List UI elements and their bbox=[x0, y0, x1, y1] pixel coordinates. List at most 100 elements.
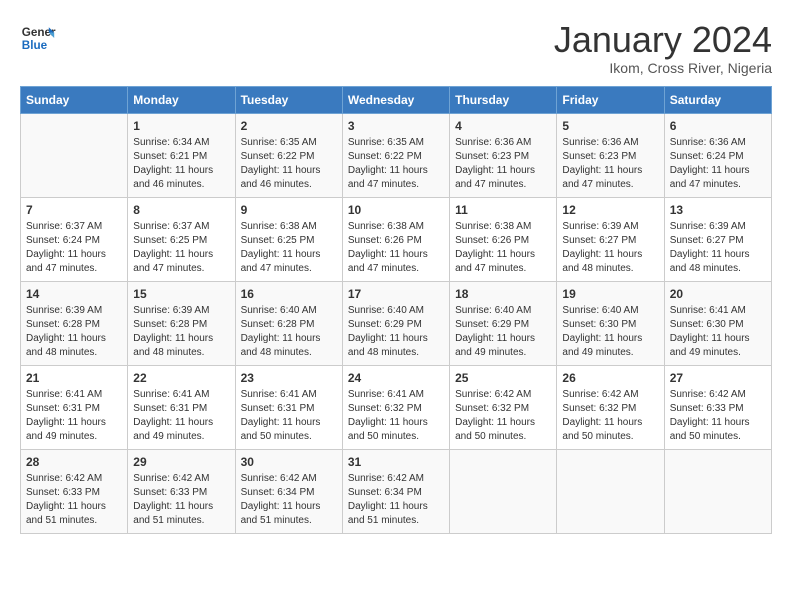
day-number: 2 bbox=[241, 119, 337, 133]
day-info: Sunrise: 6:42 AM Sunset: 6:33 PM Dayligh… bbox=[670, 388, 766, 444]
title-block: January 2024 Ikom, Cross River, Nigeria bbox=[554, 20, 772, 76]
day-number: 17 bbox=[348, 287, 444, 301]
day-info: Sunrise: 6:38 AM Sunset: 6:25 PM Dayligh… bbox=[241, 220, 337, 276]
day-number: 4 bbox=[455, 119, 551, 133]
day-info: Sunrise: 6:42 AM Sunset: 6:32 PM Dayligh… bbox=[455, 388, 551, 444]
calendar-week-row: 1Sunrise: 6:34 AM Sunset: 6:21 PM Daylig… bbox=[21, 113, 772, 197]
calendar-day-cell: 24 Sunrise: 6:41 AM Sunset: 6:32 PM Dayli… bbox=[342, 365, 449, 449]
day-info: Sunrise: 6:41 AM Sunset: 6:32 PM Dayligh… bbox=[348, 388, 444, 444]
day-info: Sunrise: 6:34 AM Sunset: 6:21 PM Dayligh… bbox=[133, 136, 229, 192]
day-info: Sunrise: 6:42 AM Sunset: 6:33 PM Dayligh… bbox=[26, 472, 122, 528]
day-number: 5 bbox=[562, 119, 658, 133]
day-of-week-header: Wednesday bbox=[342, 86, 449, 113]
day-number: 10 bbox=[348, 203, 444, 217]
day-number: 14 bbox=[26, 287, 122, 301]
calendar-day-cell: 13 Sunrise: 6:39 AM Sunset: 6:27 PM Dayli… bbox=[664, 197, 771, 281]
calendar-day-cell: 18Sunrise: 6:40 AM Sunset: 6:29 PM Dayli… bbox=[450, 281, 557, 365]
calendar-header-row: SundayMondayTuesdayWednesdayThursdayFrid… bbox=[21, 86, 772, 113]
calendar-day-cell: 7 Sunrise: 6:37 AM Sunset: 6:24 PM Daylig… bbox=[21, 197, 128, 281]
day-info: Sunrise: 6:41 AM Sunset: 6:31 PM Dayligh… bbox=[241, 388, 337, 444]
day-info: Sunrise: 6:38 AM Sunset: 6:26 PM Dayligh… bbox=[348, 220, 444, 276]
calendar-day-cell: 11 Sunrise: 6:38 AM Sunset: 6:26 PM Dayli… bbox=[450, 197, 557, 281]
day-number: 28 bbox=[26, 455, 122, 469]
day-number: 19 bbox=[562, 287, 658, 301]
location-subtitle: Ikom, Cross River, Nigeria bbox=[554, 60, 772, 76]
day-number: 31 bbox=[348, 455, 444, 469]
day-info: Sunrise: 6:39 AM Sunset: 6:27 PM Dayligh… bbox=[670, 220, 766, 276]
day-number: 25 bbox=[455, 371, 551, 385]
day-number: 23 bbox=[241, 371, 337, 385]
calendar-day-cell: 12 Sunrise: 6:39 AM Sunset: 6:27 PM Dayli… bbox=[557, 197, 664, 281]
day-info: Sunrise: 6:41 AM Sunset: 6:31 PM Dayligh… bbox=[133, 388, 229, 444]
calendar-day-cell: 17Sunrise: 6:40 AM Sunset: 6:29 PM Dayli… bbox=[342, 281, 449, 365]
calendar-day-cell: 27 Sunrise: 6:42 AM Sunset: 6:33 PM Dayli… bbox=[664, 365, 771, 449]
day-info: Sunrise: 6:39 AM Sunset: 6:28 PM Dayligh… bbox=[26, 304, 122, 360]
calendar-day-cell: 26 Sunrise: 6:42 AM Sunset: 6:32 PM Dayli… bbox=[557, 365, 664, 449]
svg-text:Blue: Blue bbox=[22, 39, 48, 52]
logo-icon: General Blue bbox=[20, 20, 56, 56]
day-number: 3 bbox=[348, 119, 444, 133]
day-number: 18 bbox=[455, 287, 551, 301]
day-info: Sunrise: 6:40 AM Sunset: 6:30 PM Dayligh… bbox=[562, 304, 658, 360]
day-of-week-header: Tuesday bbox=[235, 86, 342, 113]
day-number: 8 bbox=[133, 203, 229, 217]
calendar-day-cell: 2 Sunrise: 6:35 AM Sunset: 6:22 PM Daylig… bbox=[235, 113, 342, 197]
calendar-day-cell: 30 Sunrise: 6:42 AM Sunset: 6:34 PM Dayli… bbox=[235, 449, 342, 533]
calendar-week-row: 7 Sunrise: 6:37 AM Sunset: 6:24 PM Daylig… bbox=[21, 197, 772, 281]
calendar-week-row: 14 Sunrise: 6:39 AM Sunset: 6:28 PM Dayli… bbox=[21, 281, 772, 365]
calendar-table: SundayMondayTuesdayWednesdayThursdayFrid… bbox=[20, 86, 772, 534]
calendar-week-row: 28 Sunrise: 6:42 AM Sunset: 6:33 PM Dayli… bbox=[21, 449, 772, 533]
calendar-day-cell: 10 Sunrise: 6:38 AM Sunset: 6:26 PM Dayli… bbox=[342, 197, 449, 281]
day-info: Sunrise: 6:39 AM Sunset: 6:27 PM Dayligh… bbox=[562, 220, 658, 276]
calendar-day-cell: 29Sunrise: 6:42 AM Sunset: 6:33 PM Dayli… bbox=[128, 449, 235, 533]
calendar-day-cell bbox=[557, 449, 664, 533]
day-number: 13 bbox=[670, 203, 766, 217]
day-info: Sunrise: 6:41 AM Sunset: 6:31 PM Dayligh… bbox=[26, 388, 122, 444]
day-info: Sunrise: 6:42 AM Sunset: 6:32 PM Dayligh… bbox=[562, 388, 658, 444]
calendar-day-cell bbox=[664, 449, 771, 533]
day-number: 16 bbox=[241, 287, 337, 301]
calendar-day-cell: 15 Sunrise: 6:39 AM Sunset: 6:28 PM Dayli… bbox=[128, 281, 235, 365]
day-number: 27 bbox=[670, 371, 766, 385]
day-info: Sunrise: 6:36 AM Sunset: 6:23 PM Dayligh… bbox=[562, 136, 658, 192]
day-number: 15 bbox=[133, 287, 229, 301]
day-info: Sunrise: 6:37 AM Sunset: 6:25 PM Dayligh… bbox=[133, 220, 229, 276]
calendar-day-cell: 23 Sunrise: 6:41 AM Sunset: 6:31 PM Dayli… bbox=[235, 365, 342, 449]
day-of-week-header: Saturday bbox=[664, 86, 771, 113]
day-info: Sunrise: 6:37 AM Sunset: 6:24 PM Dayligh… bbox=[26, 220, 122, 276]
day-info: Sunrise: 6:42 AM Sunset: 6:34 PM Dayligh… bbox=[241, 472, 337, 528]
day-number: 21 bbox=[26, 371, 122, 385]
calendar-day-cell bbox=[450, 449, 557, 533]
day-of-week-header: Friday bbox=[557, 86, 664, 113]
day-number: 22 bbox=[133, 371, 229, 385]
calendar-day-cell: 9 Sunrise: 6:38 AM Sunset: 6:25 PM Daylig… bbox=[235, 197, 342, 281]
calendar-day-cell: 8 Sunrise: 6:37 AM Sunset: 6:25 PM Daylig… bbox=[128, 197, 235, 281]
day-number: 12 bbox=[562, 203, 658, 217]
calendar-day-cell: 4 Sunrise: 6:36 AM Sunset: 6:23 PM Daylig… bbox=[450, 113, 557, 197]
day-info: Sunrise: 6:41 AM Sunset: 6:30 PM Dayligh… bbox=[670, 304, 766, 360]
day-info: Sunrise: 6:40 AM Sunset: 6:28 PM Dayligh… bbox=[241, 304, 337, 360]
day-number: 26 bbox=[562, 371, 658, 385]
day-info: Sunrise: 6:36 AM Sunset: 6:23 PM Dayligh… bbox=[455, 136, 551, 192]
day-number: 6 bbox=[670, 119, 766, 133]
day-of-week-header: Monday bbox=[128, 86, 235, 113]
calendar-day-cell: 21 Sunrise: 6:41 AM Sunset: 6:31 PM Dayli… bbox=[21, 365, 128, 449]
day-info: Sunrise: 6:38 AM Sunset: 6:26 PM Dayligh… bbox=[455, 220, 551, 276]
day-info: Sunrise: 6:39 AM Sunset: 6:28 PM Dayligh… bbox=[133, 304, 229, 360]
month-title: January 2024 bbox=[554, 20, 772, 60]
calendar-day-cell: 25 Sunrise: 6:42 AM Sunset: 6:32 PM Dayli… bbox=[450, 365, 557, 449]
calendar-day-cell: 14 Sunrise: 6:39 AM Sunset: 6:28 PM Dayli… bbox=[21, 281, 128, 365]
day-number: 9 bbox=[241, 203, 337, 217]
day-number: 11 bbox=[455, 203, 551, 217]
page-header: General Blue January 2024 Ikom, Cross Ri… bbox=[20, 20, 772, 76]
day-number: 30 bbox=[241, 455, 337, 469]
calendar-week-row: 21 Sunrise: 6:41 AM Sunset: 6:31 PM Dayli… bbox=[21, 365, 772, 449]
calendar-day-cell: 28 Sunrise: 6:42 AM Sunset: 6:33 PM Dayli… bbox=[21, 449, 128, 533]
calendar-day-cell: 31Sunrise: 6:42 AM Sunset: 6:34 PM Dayli… bbox=[342, 449, 449, 533]
day-info: Sunrise: 6:35 AM Sunset: 6:22 PM Dayligh… bbox=[241, 136, 337, 192]
day-of-week-header: Thursday bbox=[450, 86, 557, 113]
day-number: 7 bbox=[26, 203, 122, 217]
day-number: 24 bbox=[348, 371, 444, 385]
day-number: 29 bbox=[133, 455, 229, 469]
calendar-day-cell: 20Sunrise: 6:41 AM Sunset: 6:30 PM Dayli… bbox=[664, 281, 771, 365]
